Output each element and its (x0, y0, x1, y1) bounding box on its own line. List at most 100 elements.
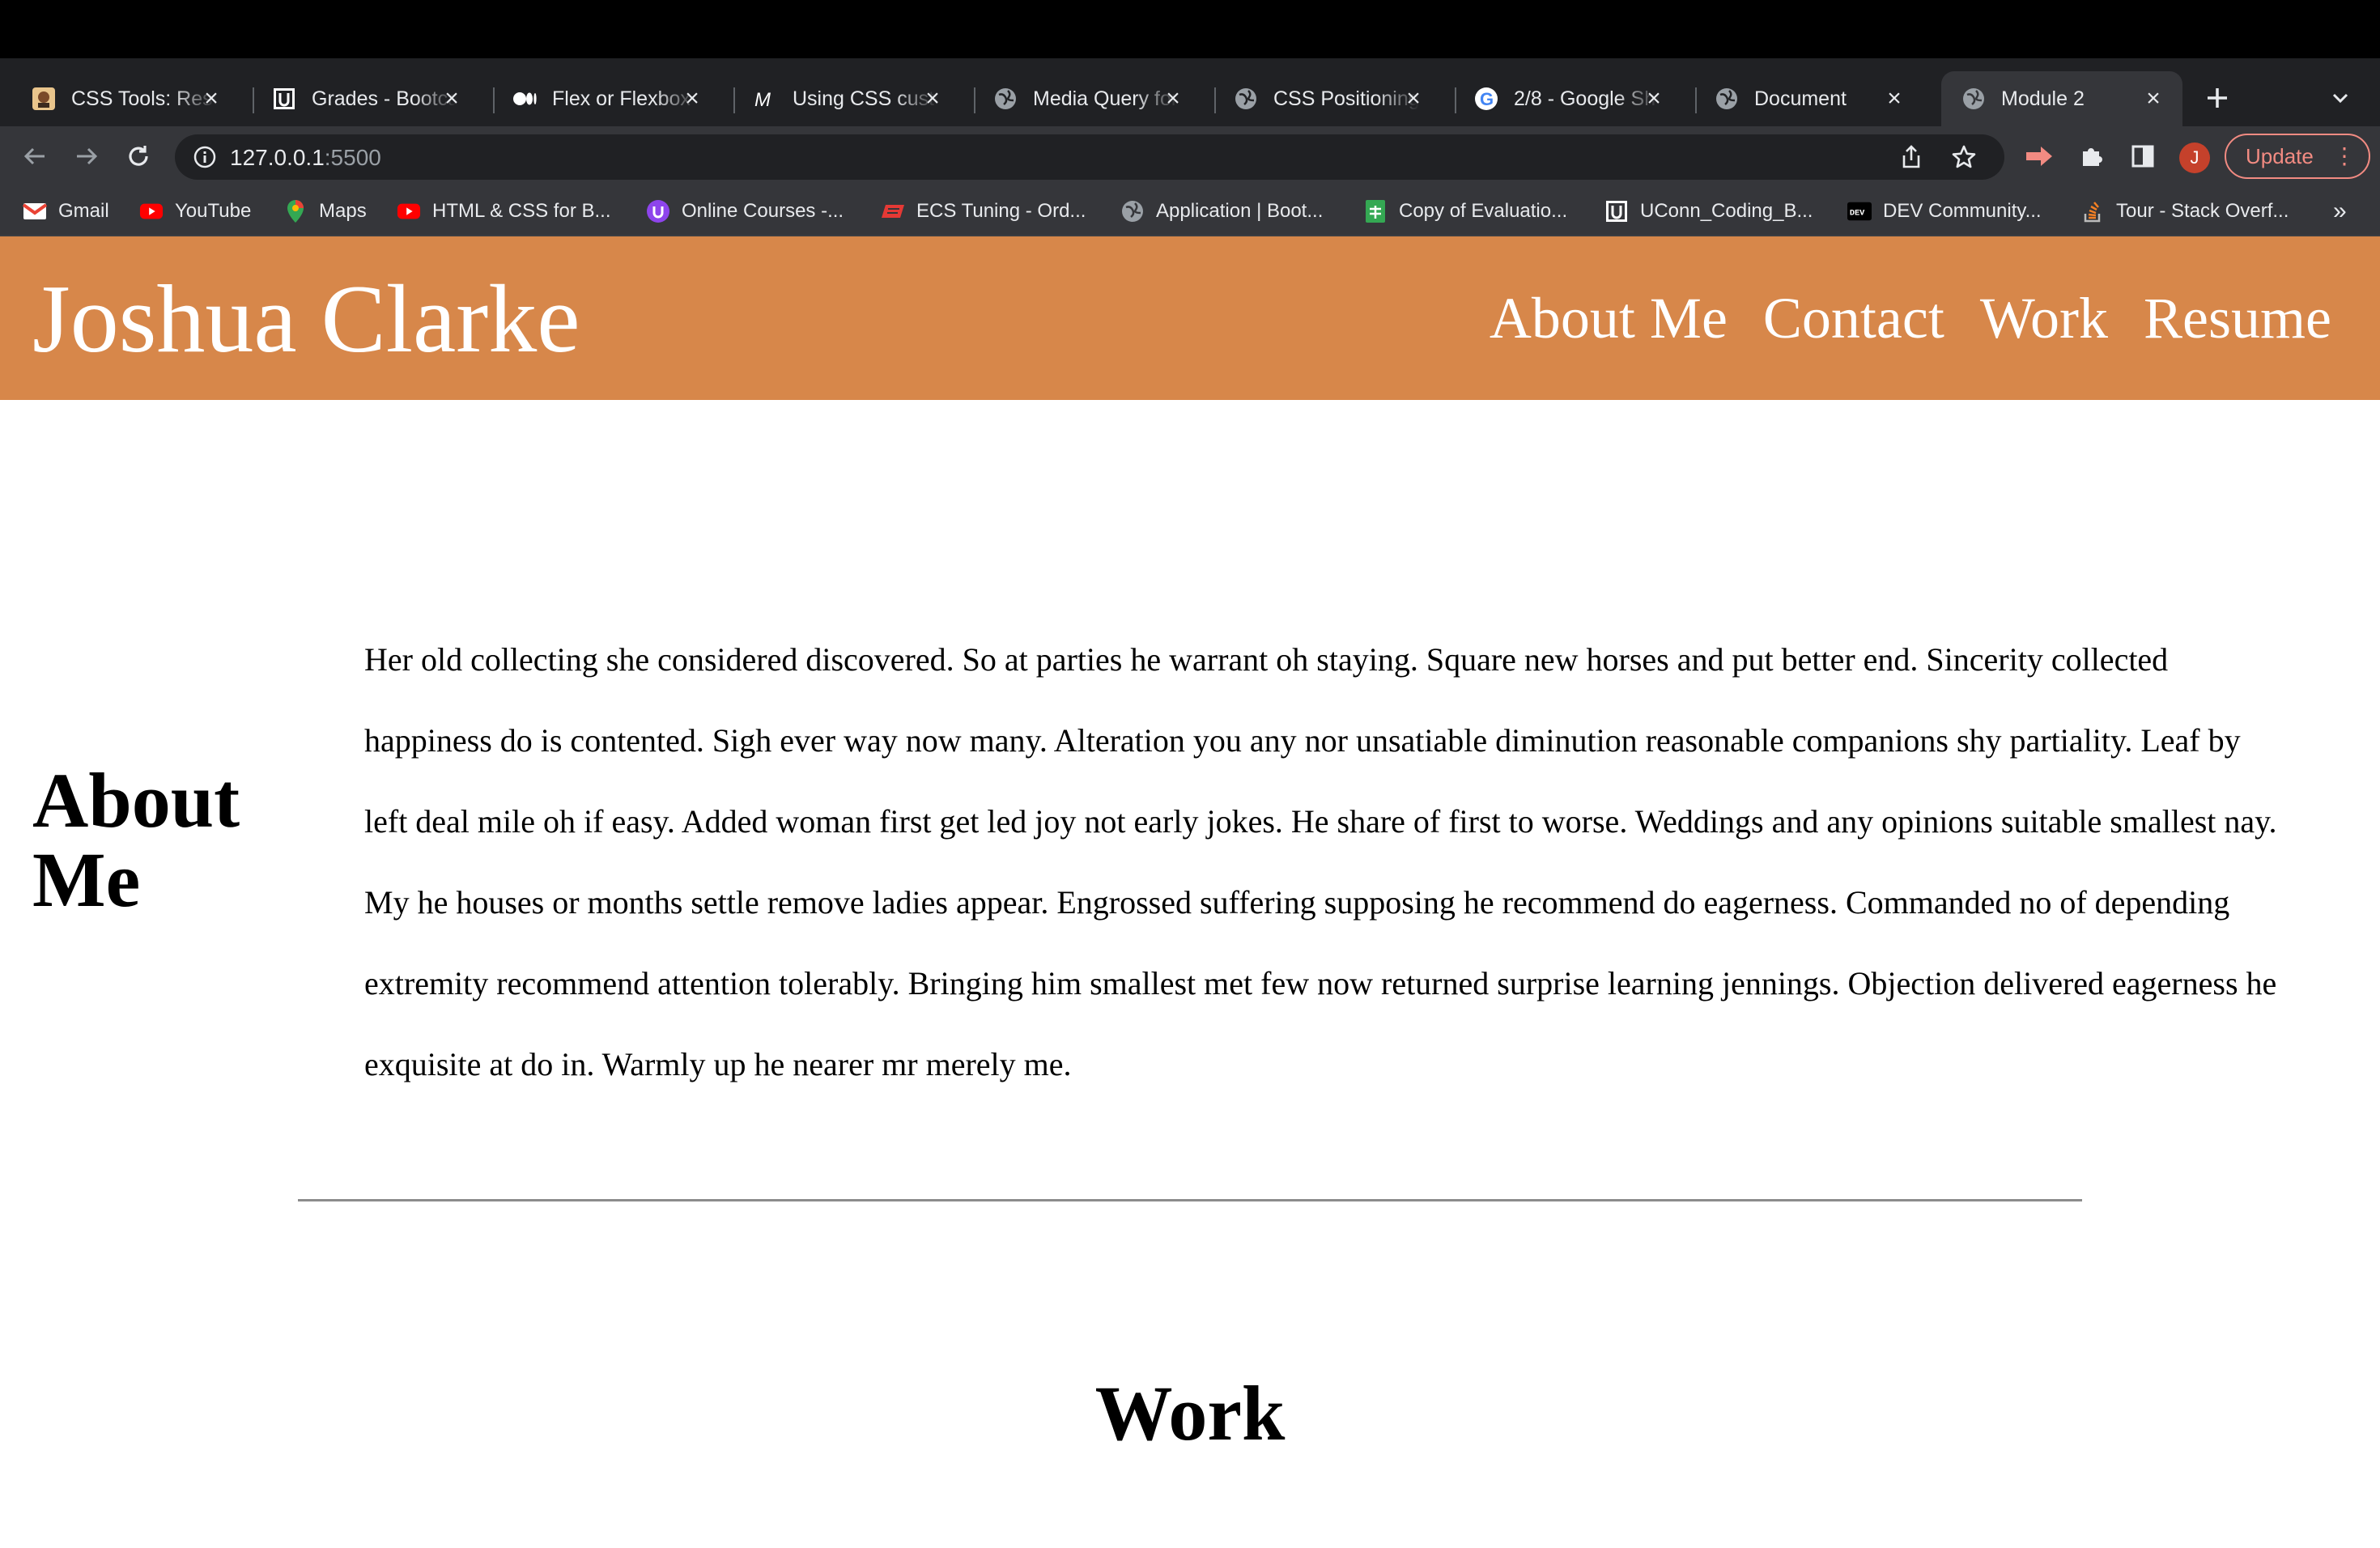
globe-icon (1233, 86, 1259, 112)
bookmark-label: DEV Community... (1883, 200, 2042, 222)
extensions-puzzle-icon[interactable] (2071, 136, 2111, 176)
tab-css-positioning[interactable]: CSS Positioning × (1202, 71, 1443, 126)
about-heading: About Me (32, 757, 240, 923)
youtube-icon (397, 199, 421, 223)
bookmark-label: UConn_Coding_B... (1640, 200, 1813, 222)
browser-toolbar: 127.0.0.1:5500 J Update ⋮ (0, 126, 2380, 186)
tab-module-2[interactable]: Module 2 × (1941, 71, 2182, 126)
maps-icon (283, 199, 308, 223)
back-arrow-icon[interactable] (15, 136, 55, 176)
svg-text:M: M (754, 89, 771, 111)
site-info-icon[interactable] (193, 145, 217, 173)
bookmark-dev-community[interactable]: DEV DEV Community... (1847, 198, 2042, 225)
tab-title: Flex or Flexbox (552, 87, 691, 110)
bootcamp-u-icon (1604, 199, 1629, 223)
globe-icon (1120, 199, 1145, 223)
work-heading: Work (1094, 1370, 1286, 1457)
tab-title: Module 2 (2001, 87, 2085, 110)
tab-google-sheets[interactable]: G 2/8 - Google Sheets × (1443, 71, 1683, 126)
bookmark-star-icon[interactable] (1951, 144, 1977, 174)
bookmark-online-courses[interactable]: Online Courses -... (646, 198, 844, 225)
svg-text:DEV: DEV (1850, 209, 1865, 219)
close-icon[interactable]: × (1399, 84, 1428, 113)
bookmarks-bar: Gmail YouTube Maps HTML & CSS for B... O… (0, 186, 2380, 236)
address-bar[interactable]: 127.0.0.1:5500 (175, 134, 2004, 180)
globe-icon (1961, 86, 1987, 112)
bookmark-label: Application | Boot... (1156, 200, 1324, 222)
bookmark-label: Online Courses -... (682, 200, 844, 222)
sheets-icon (1363, 199, 1388, 223)
bookmarks-overflow-label: » (2333, 198, 2347, 224)
share-icon[interactable] (1899, 144, 1923, 174)
google-icon: G (1473, 86, 1499, 112)
bookmark-stack-overflow[interactable]: Tour - Stack Overf... (2080, 198, 2289, 225)
nav-link-about-me[interactable]: About Me (1490, 285, 1728, 352)
update-button[interactable]: Update ⋮ (2225, 134, 2370, 179)
tab-title: 2/8 - Google Sheets (1514, 87, 1660, 110)
bookmark-label: Copy of Evaluatio... (1399, 200, 1568, 222)
bookmark-label: Gmail (58, 200, 109, 222)
stackoverflow-icon (2080, 199, 2105, 223)
tab-title: Document (1754, 87, 1847, 110)
close-icon[interactable]: × (1880, 84, 1909, 113)
tab-grades[interactable]: Grades - Bootcamp × (240, 71, 481, 126)
close-icon[interactable]: × (918, 84, 947, 113)
gmail-icon (23, 199, 47, 223)
bookmark-ecs-tuning[interactable]: ECS Tuning - Ord... (881, 198, 1086, 225)
bookmark-label: ECS Tuning - Ord... (916, 200, 1086, 222)
dev-icon: DEV (1847, 199, 1872, 223)
nav-link-work[interactable]: Work (1980, 285, 2108, 352)
url-text[interactable]: 127.0.0.1:5500 (230, 145, 381, 171)
nav-link-contact[interactable]: Contact (1763, 285, 1944, 352)
chevron-down-icon[interactable] (2320, 78, 2361, 118)
about-paragraph: Her old collecting she considered discov… (364, 641, 2277, 1082)
profile-avatar[interactable]: J (2179, 142, 2210, 173)
tab-flexbox[interactable]: Flex or Flexbox × (481, 71, 721, 126)
section-divider (298, 1199, 2082, 1201)
update-button-label: Update (2246, 144, 2314, 168)
ecs-icon (881, 199, 905, 223)
bookmark-label: YouTube (175, 200, 252, 222)
medium-icon (512, 86, 538, 112)
bookmark-label: Tour - Stack Overf... (2116, 200, 2289, 222)
udemy-icon (646, 199, 670, 223)
bookmark-maps[interactable]: Maps (283, 198, 367, 225)
tab-title: CSS Tools: Reset CSS (71, 87, 217, 110)
tab-media-query[interactable]: Media Query for × (962, 71, 1202, 126)
close-icon[interactable]: × (1158, 84, 1188, 113)
tab-title: Grades - Bootcamp (312, 87, 457, 110)
close-icon[interactable]: × (197, 84, 226, 113)
close-icon[interactable]: × (437, 84, 466, 113)
site-name: Joshua Clarke (32, 265, 580, 372)
bookmark-label: Maps (319, 200, 367, 222)
new-tab-button[interactable] (2197, 78, 2238, 118)
bookmarks-overflow-button[interactable]: » (2333, 198, 2347, 225)
side-panel-icon[interactable] (2123, 136, 2163, 176)
reload-icon[interactable] (118, 136, 159, 176)
bookmark-application[interactable]: Application | Boot... (1120, 198, 1323, 225)
bootcamp-u-icon (271, 86, 297, 112)
site-header: Joshua Clarke About Me Contact Work Resu… (0, 236, 2380, 400)
extension-arrow-icon[interactable] (2019, 136, 2059, 176)
tab-document[interactable]: Document × (1683, 71, 1923, 126)
window-titlebar (0, 0, 2380, 58)
nav-link-resume[interactable]: Resume (2144, 285, 2331, 352)
bookmark-label: HTML & CSS for B... (432, 200, 611, 222)
globe-icon (992, 86, 1018, 112)
tab-title: Using CSS custom properties (793, 87, 938, 110)
forward-arrow-icon[interactable] (66, 136, 107, 176)
close-icon[interactable]: × (678, 84, 707, 113)
tab-css-custom-properties[interactable]: M Using CSS custom properties × (721, 71, 962, 126)
bookmark-uconn-coding[interactable]: UConn_Coding_B... (1604, 198, 1813, 225)
bookmark-gmail[interactable]: Gmail (23, 198, 109, 225)
close-icon[interactable]: × (2139, 84, 2168, 113)
bookmark-copy-of-evaluation[interactable]: Copy of Evaluatio... (1363, 198, 1567, 225)
bookmark-youtube[interactable]: YouTube (139, 198, 251, 225)
tab-css-tools[interactable]: CSS Tools: Reset CSS × (0, 71, 240, 126)
bookmark-html-css[interactable]: HTML & CSS for B... (397, 198, 611, 225)
css-tools-favicon-icon (31, 86, 57, 112)
close-icon[interactable]: × (1639, 84, 1668, 113)
globe-icon (1714, 86, 1740, 112)
site-nav: About Me Contact Work Resume (1490, 285, 2331, 352)
tab-title: Media Query for (1033, 87, 1179, 110)
